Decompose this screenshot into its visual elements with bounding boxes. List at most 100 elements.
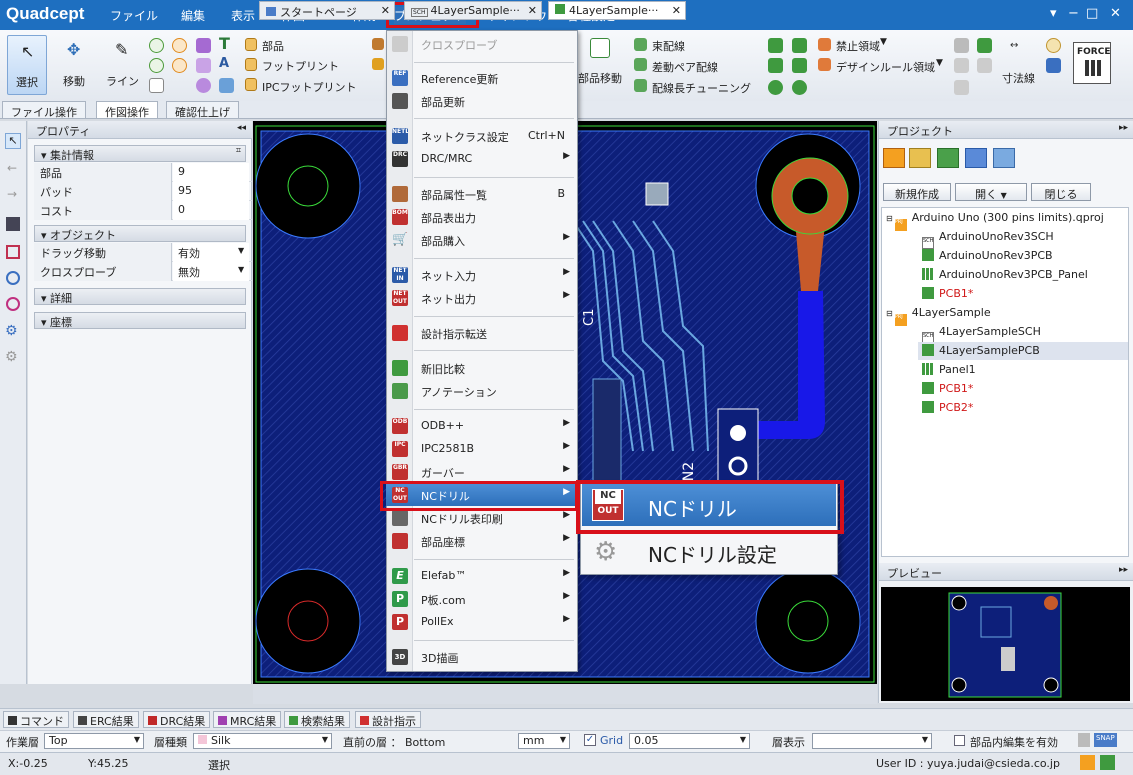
grey-tool-icon[interactable] [954, 38, 969, 53]
grey-tool4-icon[interactable] [954, 80, 969, 95]
tab-design-instruction[interactable]: 設計指示 [355, 711, 421, 728]
component2-icon[interactable] [372, 58, 384, 70]
keepout-dropdown-icon[interactable]: ▼ [880, 37, 887, 47]
unit-select[interactable]: mm ▼ [518, 733, 570, 749]
menu-bom-output[interactable]: BOM 部品表出力 [387, 206, 577, 228]
copper3-icon[interactable] [768, 58, 783, 73]
arc3-icon[interactable] [149, 58, 164, 73]
select-button[interactable]: ↖ 選択 [7, 35, 47, 95]
polygon-icon[interactable] [196, 38, 211, 53]
section-object[interactable]: ▾ オブジェクト [34, 225, 246, 242]
forward-icon[interactable]: → [7, 187, 17, 201]
via-icon[interactable] [768, 80, 783, 95]
tab-mrc[interactable]: MRC結果 [213, 711, 282, 728]
grid-checkbox[interactable]: ✓ [584, 734, 596, 746]
grey-tool2-icon[interactable] [954, 58, 969, 73]
green-tool-icon[interactable] [977, 38, 992, 53]
line-button[interactable]: ✎ ライン [102, 35, 142, 95]
pin-icon[interactable]: ⌗ [236, 146, 241, 156]
collapse-icon[interactable]: ◂◂ [237, 123, 246, 133]
chevron-down-icon[interactable]: ▼ [238, 265, 244, 274]
tree-item[interactable]: ArduinoUnoRev3PCB_Panel [922, 268, 1088, 281]
parts-button[interactable]: 部品 [262, 38, 284, 54]
tree-item[interactable]: ⊟ PRJ Arduino Uno (300 pins limits).qproj [886, 211, 1104, 231]
menu-part-coords[interactable]: 部品座標 ▶ [387, 530, 577, 552]
menu-drc-mrc[interactable]: DRC DRC/MRC ▶ [387, 148, 577, 170]
menu-netclass[interactable]: NETL ネットクラス設定 Ctrl+N [387, 125, 577, 147]
rule-dropdown-icon[interactable]: ▼ [936, 58, 943, 68]
tree-item[interactable]: ArduinoUnoRev3PCB [922, 249, 1053, 262]
zoom-in-icon[interactable] [6, 271, 20, 285]
copper-icon[interactable] [768, 38, 783, 53]
tree-item[interactable]: PCB1* [922, 287, 973, 300]
tab-check-finish[interactable]: 確認仕上げ [166, 101, 239, 119]
tab-file-ops[interactable]: ファイル操作 [2, 101, 86, 119]
layers-icon[interactable] [937, 148, 959, 168]
gear-blue-icon[interactable]: ⚙ [5, 323, 18, 339]
in-part-edit-checkbox[interactable] [954, 735, 965, 746]
submenu-nc-drill-settings[interactable]: NCドリル設定 [648, 539, 777, 568]
select-tool-icon[interactable]: ↖ [5, 133, 21, 149]
grey-tool3-icon[interactable] [977, 58, 992, 73]
check-icon[interactable] [1100, 755, 1115, 770]
section-coords[interactable]: ▾ 座標 [34, 312, 246, 329]
tree-item[interactable]: PCB2* [922, 401, 973, 414]
maximize-button[interactable]: □ [1086, 6, 1098, 21]
rect-icon[interactable] [196, 58, 211, 73]
ipc-footprint-button[interactable]: IPCフットプリント [262, 79, 357, 95]
doc-tab-start[interactable]: スタートページ ✕ [259, 1, 395, 20]
arc-icon[interactable] [172, 38, 187, 53]
project-tool-icon[interactable] [883, 148, 905, 168]
tree-item[interactable]: Panel1 [922, 363, 976, 376]
fit-icon[interactable] [6, 245, 20, 259]
new-button[interactable]: 新規作成 [883, 183, 951, 201]
via2-icon[interactable] [792, 80, 807, 95]
menu-elefab[interactable]: E Elefab™ ▶ [387, 565, 577, 587]
menu-annotation[interactable]: アノテーション [387, 380, 577, 402]
tree-item[interactable]: PCB1* [922, 382, 973, 395]
menu-reference-update[interactable]: REF Reference更新 [387, 67, 577, 89]
layer-display-select[interactable]: ▼ [812, 733, 932, 749]
copper2-icon[interactable] [792, 38, 807, 53]
menu-parts-purchase[interactable]: 🛒 部品購入 ▶ [387, 229, 577, 251]
menu-compare[interactable]: 新旧比較 [387, 357, 577, 379]
snap-button[interactable]: SNAP [1094, 733, 1117, 747]
menu-gerber[interactable]: GBR ガーバー ▶ [387, 461, 577, 483]
design-rule-area-button[interactable]: デザインルール領域 [836, 59, 935, 75]
minimize-button[interactable]: − [1068, 6, 1079, 21]
section-detail[interactable]: ▾ 詳細 [34, 288, 246, 305]
tab-search[interactable]: 検索結果 [284, 711, 350, 728]
tree-item-selected[interactable]: 4LayerSamplePCB [918, 342, 1128, 360]
open-button[interactable]: 開く ▼ [955, 183, 1027, 201]
menu-design-instruction[interactable]: 設計指示転送 [387, 322, 577, 344]
dimension-button[interactable]: 寸法線 [1002, 70, 1035, 86]
preview-canvas[interactable] [881, 587, 1130, 701]
bundle-wiring-button[interactable]: 束配線 [652, 38, 685, 54]
close-tab-icon[interactable]: ✕ [528, 4, 537, 17]
arc2-icon[interactable] [149, 38, 164, 53]
library-icon[interactable] [993, 148, 1015, 168]
gnd-icon[interactable] [1046, 58, 1061, 73]
tab-erc[interactable]: ERC結果 [73, 711, 139, 728]
section-summary[interactable]: ▾ 集計情報 ⌗ [34, 145, 246, 162]
collapse-tree-icon[interactable]: ⊟ [886, 309, 893, 318]
tree-item[interactable]: ⊟ PRJ 4LayerSample [886, 306, 991, 326]
image-icon[interactable] [219, 78, 234, 93]
menu-pollex[interactable]: P PollEx ▶ [387, 611, 577, 633]
edit-icon[interactable] [149, 78, 164, 93]
menu-part-attributes[interactable]: 部品属性一覧 B [387, 183, 577, 205]
doc-tab-pcb[interactable]: 4LayerSample··· ✕ [548, 1, 686, 20]
place-move-button[interactable]: 部品移動 [578, 70, 622, 86]
attr-text-icon[interactable]: A [219, 56, 229, 71]
doc-tab-sch[interactable]: SCH 4LayerSample··· ✕ [404, 1, 542, 20]
grid-value-select[interactable]: 0.05 ▼ [629, 733, 750, 749]
tab-drc[interactable]: DRC結果 [143, 711, 211, 728]
menu-file[interactable]: ファイル [110, 7, 158, 24]
close-project-button[interactable]: 閉じる [1031, 183, 1091, 201]
force-button[interactable]: FORCE [1073, 42, 1111, 84]
save-icon[interactable] [6, 217, 20, 231]
tab-command[interactable]: コマンド [3, 711, 69, 728]
menu-ipc2581[interactable]: IPC IPC2581B ▶ [387, 438, 577, 460]
arc-ccw-icon[interactable] [172, 58, 187, 73]
db-icon[interactable] [965, 148, 987, 168]
